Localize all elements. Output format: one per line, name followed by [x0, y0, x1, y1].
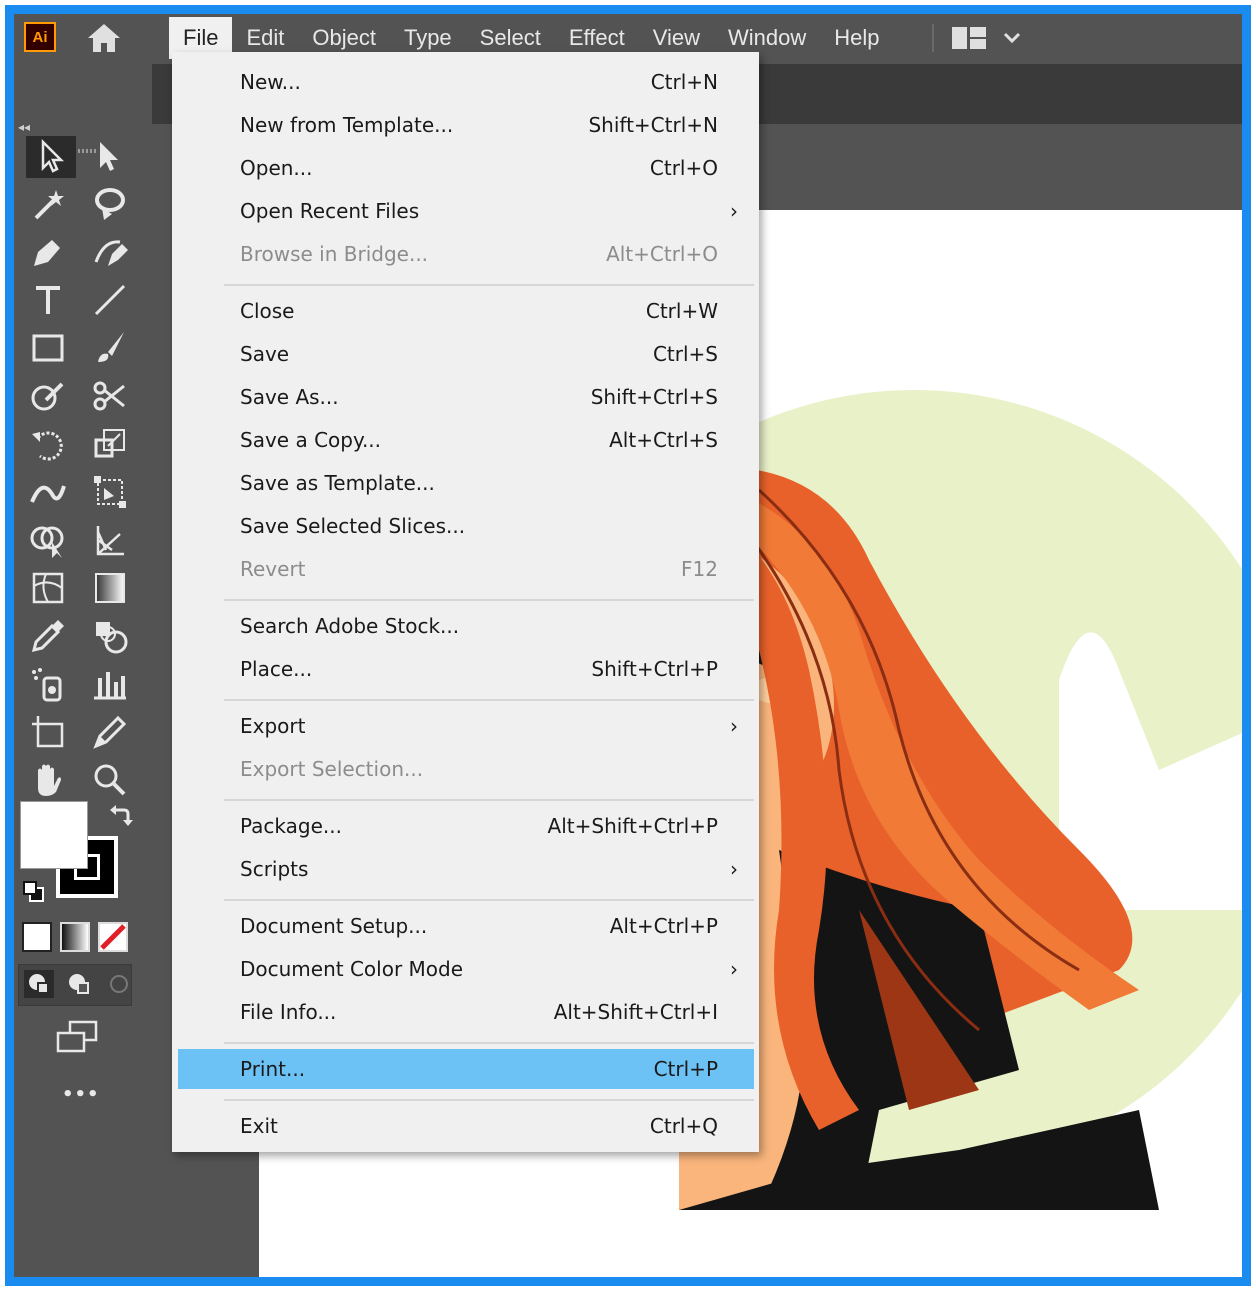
draw-normal-icon[interactable] [24, 970, 54, 998]
menu-item-export-selection: Export Selection... [240, 757, 424, 781]
color-mode-button[interactable] [22, 922, 52, 952]
eyedropper-tool-icon[interactable] [28, 616, 68, 656]
menu-item-package[interactable]: Package... Alt+Shift+Ctrl+P [178, 806, 754, 846]
menu-item-save-as-template[interactable]: Save as Template... [178, 463, 754, 503]
direct-selection-tool-icon[interactable] [90, 136, 130, 176]
width-tool-icon[interactable] [28, 472, 68, 512]
menu-item-new[interactable]: New... Ctrl+N [178, 62, 754, 102]
draw-behind-icon[interactable] [64, 970, 94, 998]
menu-item-save-a-copy[interactable]: Save a Copy... Alt+Ctrl+S [178, 420, 754, 460]
menu-item-exit[interactable]: Exit Ctrl+Q [178, 1106, 754, 1146]
collapse-panel-icon[interactable]: ◂◂ [18, 120, 30, 134]
menu-item-browse-in-bridge: Browse in Bridge... Alt+Ctrl+O [240, 242, 718, 266]
menu-separator [224, 599, 754, 601]
home-icon[interactable] [84, 21, 124, 55]
shape-builder-tool-icon[interactable] [28, 520, 68, 560]
curvature-tool-icon[interactable] [90, 232, 130, 272]
scissors-tool-icon[interactable] [90, 376, 130, 416]
menu-item-open-recent-files[interactable]: Open Recent Files › [178, 191, 754, 231]
file-menu-dropdown: New... Ctrl+N New from Template... Shift… [172, 52, 759, 1152]
chevron-down-icon[interactable] [1000, 26, 1024, 48]
menu-item-print[interactable]: Print... Ctrl+P [178, 1049, 754, 1089]
line-tool-icon[interactable] [90, 280, 130, 320]
workspace-switcher-icon[interactable] [951, 26, 987, 50]
perspective-grid-tool-icon[interactable] [90, 520, 130, 560]
menu-separator [224, 899, 754, 901]
column-graph-tool-icon[interactable] [90, 664, 130, 704]
gradient-mode-button[interactable] [60, 922, 90, 952]
blend-tool-icon[interactable] [90, 616, 130, 656]
selection-tool-icon[interactable] [26, 136, 76, 178]
zoom-tool-icon[interactable] [90, 760, 130, 800]
scale-tool-icon[interactable] [90, 424, 130, 464]
paintbrush-tool-icon[interactable] [90, 328, 130, 368]
slice-tool-icon[interactable] [90, 712, 130, 752]
free-transform-tool-icon[interactable] [90, 472, 130, 512]
rotate-tool-icon[interactable] [28, 424, 68, 464]
menu-item-document-color-mode[interactable]: Document Color Mode › [178, 949, 754, 989]
default-fill-stroke-icon[interactable] [22, 880, 46, 904]
none-mode-icon[interactable] [98, 922, 128, 952]
rectangle-tool-icon[interactable] [28, 328, 68, 368]
menu-separator [224, 699, 754, 701]
pen-tool-icon[interactable] [28, 232, 68, 272]
menu-separator [224, 799, 754, 801]
menu-item-export[interactable]: Export › [178, 706, 754, 746]
menubar-divider [932, 24, 934, 52]
swap-fill-stroke-icon[interactable] [108, 804, 134, 830]
menu-separator [224, 1099, 754, 1101]
menu-item-search-adobe-stock[interactable]: Search Adobe Stock... [178, 606, 754, 646]
symbol-sprayer-tool-icon[interactable] [28, 664, 68, 704]
app-window: Ai File Edit Object Type Select Effect V… [5, 5, 1251, 1286]
menu-item-new-from-template[interactable]: New from Template... Shift+Ctrl+N [178, 105, 754, 145]
menu-item-place[interactable]: Place... Shift+Ctrl+P [178, 649, 754, 689]
magic-wand-tool-icon[interactable] [28, 184, 68, 224]
menu-item-save-as[interactable]: Save As... Shift+Ctrl+S [178, 377, 754, 417]
fill-color-swatch[interactable] [20, 801, 88, 869]
menu-item-open[interactable]: Open... Ctrl+O [178, 148, 754, 188]
menu-item-file-info[interactable]: File Info... Alt+Shift+Ctrl+I [178, 992, 754, 1032]
chevron-right-icon: › [730, 714, 738, 738]
edit-toolbar-button[interactable]: ••• [62, 1084, 100, 1105]
chevron-right-icon: › [730, 199, 738, 223]
menu-item-revert: Revert F12 [240, 557, 718, 581]
menu-separator [224, 1042, 754, 1044]
change-screen-mode-icon[interactable] [54, 1019, 100, 1055]
menu-separator [224, 284, 754, 286]
menu-item-document-setup[interactable]: Document Setup... Alt+Ctrl+P [178, 906, 754, 946]
menu-help[interactable]: Help [820, 17, 893, 59]
menu-item-close[interactable]: Close Ctrl+W [178, 291, 754, 331]
menu-item-scripts[interactable]: Scripts › [178, 849, 754, 889]
lasso-tool-icon[interactable] [90, 184, 130, 224]
draw-inside-icon[interactable] [104, 970, 134, 998]
gradient-tool-icon[interactable] [90, 568, 130, 608]
artboard-tool-icon[interactable] [28, 712, 68, 752]
menu-item-save[interactable]: Save Ctrl+S [178, 334, 754, 374]
menu-item-save-selected-slices[interactable]: Save Selected Slices... [178, 506, 754, 546]
illustrator-logo: Ai [24, 22, 56, 52]
hand-tool-icon[interactable] [28, 760, 68, 800]
shaper-tool-icon[interactable] [28, 376, 68, 416]
chevron-right-icon: › [730, 957, 738, 981]
mesh-tool-icon[interactable] [28, 568, 68, 608]
chevron-right-icon: › [730, 857, 738, 881]
type-tool-icon[interactable] [28, 280, 68, 320]
